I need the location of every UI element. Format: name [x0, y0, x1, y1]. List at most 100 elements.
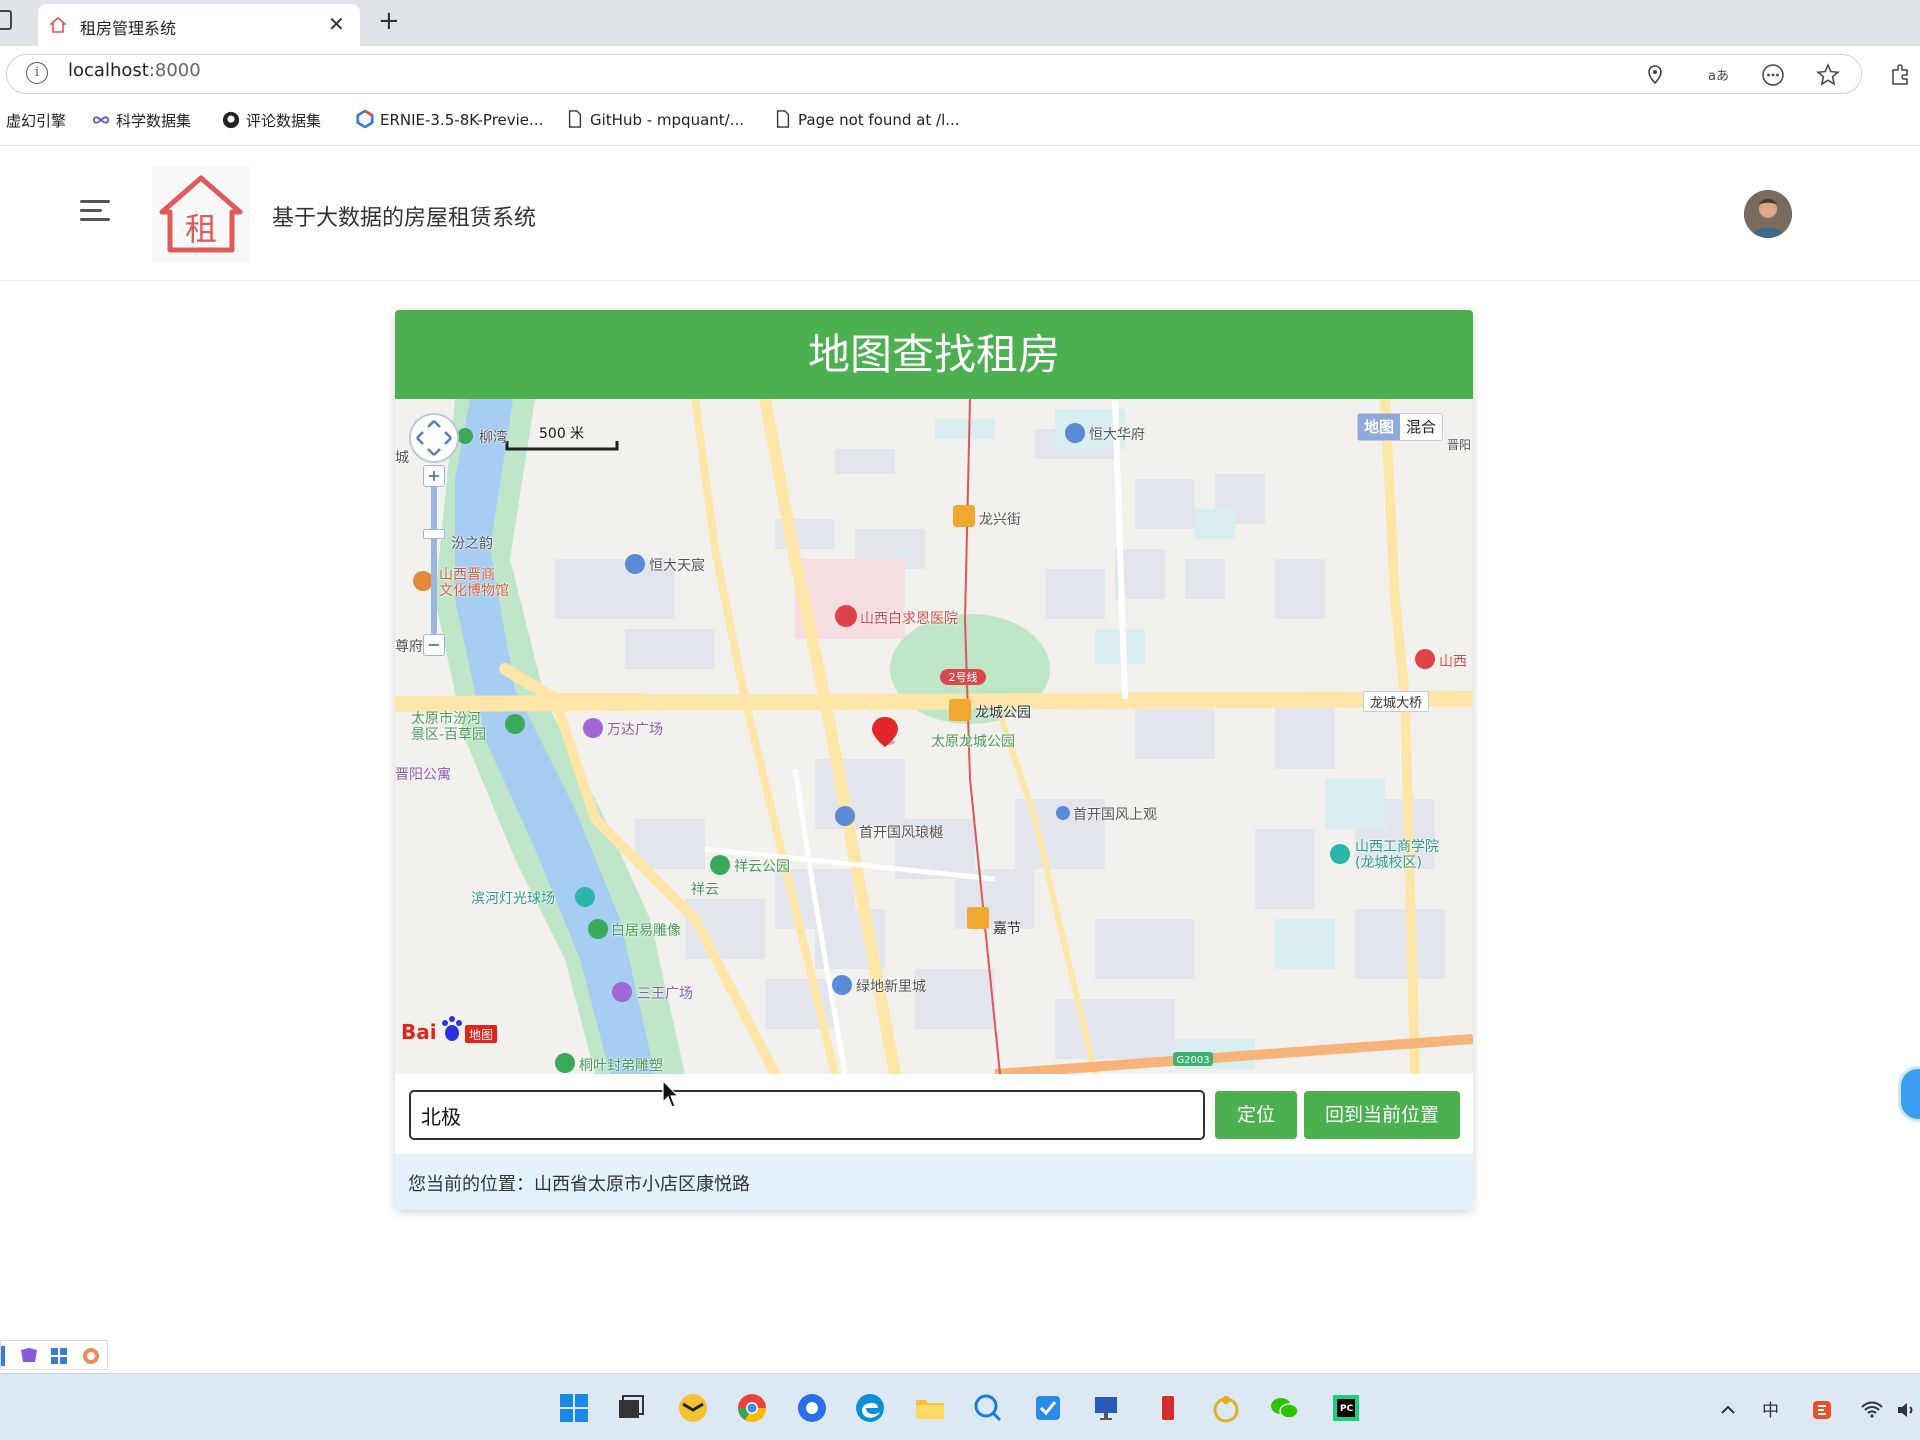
bookmark-item[interactable]: 科学数据集: [92, 110, 191, 131]
bookmark-label: 虚幻引擎: [6, 112, 67, 130]
file-explorer-icon[interactable]: [914, 1392, 946, 1424]
map-type-map-button[interactable]: 地图: [1358, 414, 1401, 440]
wechat-icon[interactable]: [1268, 1392, 1300, 1424]
map-label: 白居易雕像: [611, 923, 681, 939]
house-logo-icon: 租: [159, 175, 243, 253]
line2-badge: 2号线: [949, 670, 978, 684]
browser-tab[interactable]: 租房管理系统 ✕: [38, 4, 360, 46]
user-avatar[interactable]: [1744, 190, 1792, 238]
map-label: 龙城公园: [975, 705, 1031, 721]
ernie-icon: [356, 110, 374, 128]
map-label: 太原市汾河 景区-百草园: [411, 711, 487, 743]
map-label: 三王广场: [637, 986, 693, 1002]
tool-b-icon[interactable]: [49, 1346, 69, 1366]
map-label: 柳湾: [479, 430, 507, 446]
wifi-icon[interactable]: [1860, 1398, 1884, 1422]
chat-search-icon[interactable]: [972, 1392, 1004, 1424]
bookmark-item[interactable]: ERNIE-3.5-8K-Previe...: [356, 110, 543, 129]
map-label: 龙城大桥: [1363, 691, 1430, 712]
tool-a-icon[interactable]: [19, 1346, 39, 1366]
yellow-app-icon[interactable]: [1210, 1392, 1242, 1424]
map-label: 首开国风琅樾: [859, 825, 943, 841]
bookmark-item[interactable]: GitHub - mpquant/...: [566, 110, 744, 129]
bookmark-label: Page not found at /l...: [798, 111, 960, 129]
map-type-switch[interactable]: 地图 混合: [1357, 413, 1444, 441]
windows-taskbar: [0, 1373, 1920, 1440]
site-info-icon[interactable]: i: [26, 62, 48, 84]
back-to-current-location-button[interactable]: 回到当前位置: [1304, 1091, 1460, 1139]
edge-icon[interactable]: [854, 1392, 886, 1424]
tray-chevron-icon[interactable]: [1718, 1400, 1738, 1420]
location-marker-icon: [872, 717, 898, 747]
location-search-input[interactable]: [409, 1090, 1205, 1140]
windows-start-icon[interactable]: [558, 1392, 590, 1424]
tray-app-icon[interactable]: [1810, 1398, 1834, 1422]
remote-desktop-icon[interactable]: [1092, 1392, 1124, 1424]
github-icon: [222, 111, 240, 129]
app-title: 基于大数据的房屋租赁系统: [272, 206, 537, 231]
security-app-icon[interactable]: [677, 1392, 709, 1424]
map-label: 绿地新里城: [856, 979, 926, 995]
pycharm-icon[interactable]: PC: [1330, 1392, 1362, 1424]
map-label: 山西工商学院 (龙城校区): [1355, 839, 1439, 871]
map-label: 嘉节: [993, 921, 1021, 937]
page-icon: [776, 110, 790, 128]
map-type-hybrid-button[interactable]: 混合: [1400, 414, 1442, 440]
address-bar[interactable]: [6, 54, 1862, 94]
tool-c-icon[interactable]: [81, 1346, 101, 1366]
location-icon[interactable]: [1642, 62, 1668, 88]
bookmark-item[interactable]: 虚幻引擎: [6, 110, 66, 131]
house-favicon-icon: [50, 17, 66, 33]
red-app-icon[interactable]: [1152, 1392, 1184, 1424]
tab-title: 租房管理系统: [80, 19, 177, 38]
tool-d-icon[interactable]: [1, 1346, 5, 1366]
map-search-card: 地图查找租房 G2003 2号线 + − 500 米 地图 混合 柳湾 恒大华府…: [395, 310, 1473, 1210]
more-icon[interactable]: [1760, 62, 1786, 88]
svg-text:地图: 地图: [469, 1028, 493, 1042]
favorites-star-icon[interactable]: [1815, 62, 1841, 88]
bookmark-item[interactable]: Page not found at /l...: [774, 110, 960, 129]
ime-indicator[interactable]: 中: [1762, 1396, 1779, 1421]
zoom-slider-handle[interactable]: [423, 529, 445, 539]
map-label: 晋阳: [1447, 438, 1472, 452]
map-label: 桐叶封弟雕塑: [579, 1058, 663, 1074]
map-pan-control[interactable]: [409, 413, 459, 463]
url-text[interactable]: localhost:8000: [68, 60, 201, 81]
tab-close-icon[interactable]: ✕: [328, 12, 345, 36]
zoom-slider-track[interactable]: [431, 475, 437, 635]
zoom-in-button[interactable]: +: [423, 465, 445, 487]
bookmark-label: GitHub - mpquant/...: [590, 111, 745, 129]
page-icon: [568, 110, 582, 128]
svg-text:aあ: aあ: [1708, 69, 1729, 84]
g2003-shield: G2003: [1176, 1055, 1209, 1066]
map-label: 祥云: [691, 882, 719, 898]
map-label: 恒大天宸: [649, 558, 705, 574]
card-header: 地图查找租房: [395, 310, 1473, 399]
map-label: 山西白求恩医院: [860, 611, 958, 627]
bookmark-label: 科学数据集: [116, 112, 192, 130]
volume-icon[interactable]: [1894, 1398, 1918, 1422]
tab-strip-icon[interactable]: [0, 10, 12, 30]
new-tab-button[interactable]: +: [378, 6, 400, 36]
zoom-out-button[interactable]: −: [423, 634, 445, 656]
avatar-image: [1744, 190, 1792, 238]
locate-button[interactable]: 定位: [1215, 1091, 1297, 1139]
bookmark-item[interactable]: 评论数据集: [222, 110, 321, 131]
app-logo: 租: [152, 166, 250, 262]
read-aloud-icon[interactable]: aあ: [1706, 62, 1732, 88]
map-label: 汾之韵: [451, 536, 493, 552]
task-view-icon[interactable]: [615, 1392, 647, 1424]
baidu-paw-icon: Bai 地图: [401, 1016, 497, 1044]
map-label: 滨河灯光球场: [471, 891, 555, 907]
extensions-icon[interactable]: [1887, 62, 1913, 88]
scale-label: 500 米: [539, 426, 585, 442]
floating-assistant-bubble[interactable]: [1898, 1066, 1920, 1122]
baidu-map[interactable]: G2003 2号线 + − 500 米 地图 混合 柳湾 恒大华府 龙兴街 汾之…: [395, 399, 1473, 1074]
chrome-icon[interactable]: [736, 1392, 768, 1424]
todo-app-icon[interactable]: [1032, 1392, 1064, 1424]
map-label: 晋阳公寓: [395, 767, 451, 783]
svg-text:PC: PC: [1340, 1404, 1354, 1414]
blue-app-icon[interactable]: [796, 1392, 828, 1424]
current-location-text: 您当前的位置：山西省太原市小店区康悦路: [408, 1174, 750, 1195]
menu-toggle-icon[interactable]: [80, 200, 110, 222]
